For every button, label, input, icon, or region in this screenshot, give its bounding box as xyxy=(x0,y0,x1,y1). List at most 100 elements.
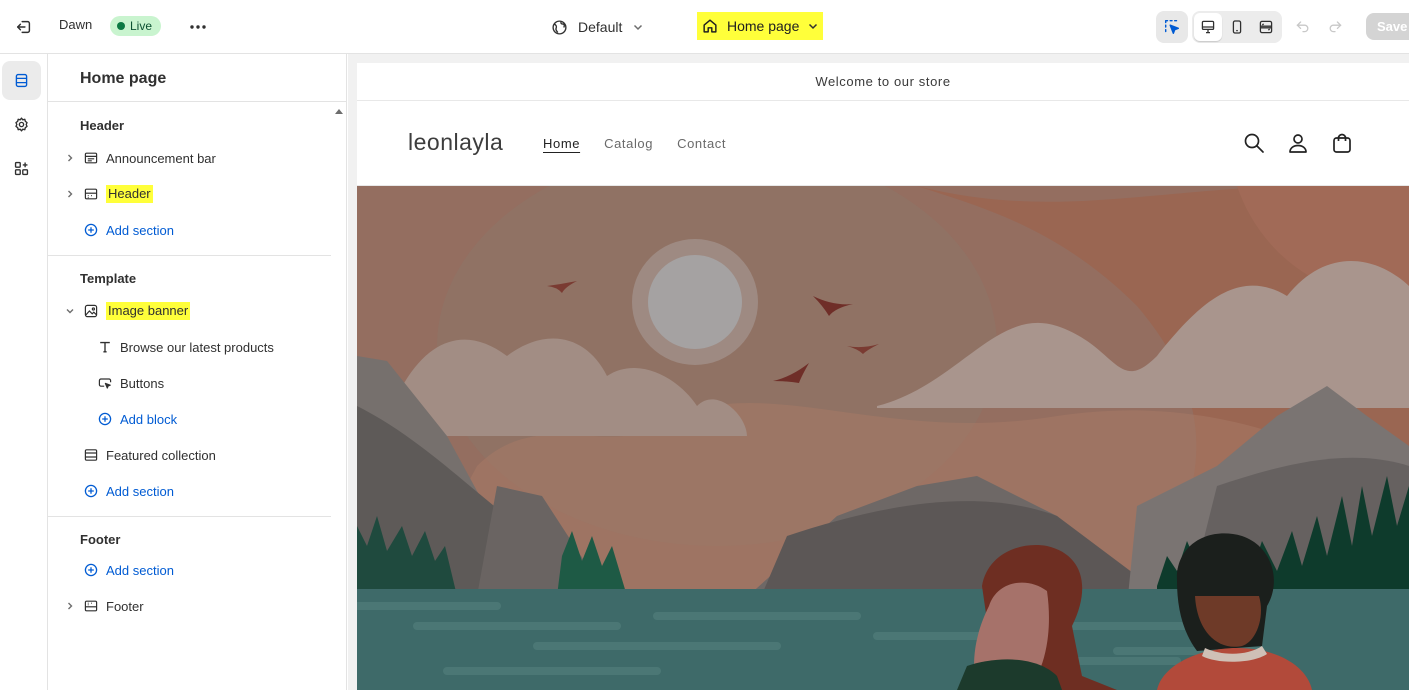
collection-icon xyxy=(82,446,100,464)
mobile-view-button[interactable] xyxy=(1223,13,1251,41)
add-section-footer-button[interactable]: Add section xyxy=(62,557,174,583)
exit-icon xyxy=(16,20,31,34)
block-browse-heading[interactable]: Browse our latest products xyxy=(96,334,274,360)
announcement-text: Welcome to our store xyxy=(815,74,951,89)
chevron-down-icon xyxy=(634,24,643,31)
add-block-label: Add block xyxy=(120,411,178,427)
section-header[interactable]: Header xyxy=(62,181,153,207)
announcement-bar[interactable]: Welcome to our store xyxy=(357,63,1409,101)
exit-button[interactable] xyxy=(12,15,36,39)
gear-icon xyxy=(15,117,28,132)
device-view-group xyxy=(1192,11,1282,43)
theme-settings-nav-button[interactable] xyxy=(2,105,41,144)
nav-contact[interactable]: Contact xyxy=(677,136,726,151)
sections-nav-button[interactable] xyxy=(2,61,41,100)
live-badge: Live xyxy=(110,16,162,36)
plus-circle-icon xyxy=(82,221,100,239)
add-section-label: Add section xyxy=(106,562,174,578)
inspector-toggle-button[interactable] xyxy=(1156,11,1188,43)
section-label: Header xyxy=(106,185,153,203)
redo-icon xyxy=(1329,21,1342,33)
group-label-template: Template xyxy=(80,271,137,286)
more-actions-button[interactable] xyxy=(186,15,210,39)
announcement-bar-icon xyxy=(82,149,100,167)
add-section-label: Add section xyxy=(106,222,174,238)
page-selector-label: Home page xyxy=(727,18,800,34)
store-account-button[interactable] xyxy=(1286,131,1310,155)
section-label: Footer xyxy=(106,598,144,614)
chevron-down-icon[interactable] xyxy=(62,303,78,319)
scroll-up-arrow-icon[interactable] xyxy=(335,109,343,114)
section-featured-collection[interactable]: Featured collection xyxy=(62,442,216,468)
block-buttons[interactable]: Buttons xyxy=(96,370,164,396)
view-selector-label: Default xyxy=(578,19,623,35)
section-footer[interactable]: Footer xyxy=(62,593,144,619)
apps-icon xyxy=(14,161,29,176)
section-announcement-bar[interactable]: Announcement bar xyxy=(62,145,216,171)
section-label: Image banner xyxy=(106,302,191,320)
store-header[interactable]: leonlayla Home Catalog Contact xyxy=(357,101,1409,186)
desktop-view-button[interactable] xyxy=(1194,13,1222,41)
apps-nav-button[interactable] xyxy=(2,149,41,188)
sections-icon xyxy=(15,73,28,88)
section-label: Featured collection xyxy=(106,447,216,463)
header-section-icon xyxy=(82,185,100,203)
plus-circle-icon xyxy=(82,561,100,579)
desktop-icon xyxy=(1201,20,1215,34)
view-selector[interactable]: Default xyxy=(551,15,644,39)
mobile-icon xyxy=(1232,20,1242,34)
block-label: Browse our latest products xyxy=(120,339,274,355)
section-label: Announcement bar xyxy=(106,150,216,166)
live-label: Live xyxy=(130,19,153,33)
fullscreen-view-button[interactable] xyxy=(1252,13,1280,41)
store-logo[interactable]: leonlayla xyxy=(408,129,503,156)
image-icon xyxy=(82,302,100,320)
add-section-header-button[interactable]: Add section xyxy=(62,217,174,243)
add-section-template-button[interactable]: Add section xyxy=(62,478,174,504)
sidebar-title: Home page xyxy=(80,70,167,87)
store-preview[interactable]: Welcome to our store leonlayla Home Cata… xyxy=(357,63,1409,690)
left-rail xyxy=(0,54,48,690)
globe-icon xyxy=(552,19,567,35)
live-dot-icon xyxy=(117,22,125,30)
add-section-label: Add section xyxy=(106,483,174,499)
add-block-button[interactable]: Add block xyxy=(96,406,177,432)
store-cart-button[interactable] xyxy=(1330,131,1354,155)
user-icon xyxy=(1289,134,1307,153)
image-banner-illustration[interactable] xyxy=(357,186,1409,690)
store-nav: Home Catalog Contact xyxy=(543,136,726,151)
chevron-right-icon[interactable] xyxy=(62,186,78,202)
undo-icon xyxy=(1296,21,1309,33)
ellipsis-icon xyxy=(190,25,206,29)
chevron-right-icon[interactable] xyxy=(62,598,78,614)
select-cursor-icon xyxy=(1164,19,1180,35)
top-bar: Dawn Live Default Home page Save xyxy=(0,0,1409,54)
home-icon xyxy=(703,19,717,33)
store-search-button[interactable] xyxy=(1242,131,1266,155)
nav-catalog[interactable]: Catalog xyxy=(604,136,653,151)
undo-button[interactable] xyxy=(1292,15,1314,37)
group-label-header: Header xyxy=(80,118,125,133)
save-button[interactable]: Save xyxy=(1366,13,1409,40)
cart-icon xyxy=(1333,133,1351,153)
text-icon xyxy=(96,338,114,356)
divider xyxy=(48,516,331,517)
section-image-banner[interactable]: Image banner xyxy=(62,298,191,324)
theme-name: Dawn xyxy=(59,17,93,32)
block-label: Buttons xyxy=(120,375,165,391)
chevron-right-icon[interactable] xyxy=(62,150,78,166)
divider xyxy=(48,255,331,256)
nav-home[interactable]: Home xyxy=(543,136,580,151)
plus-circle-icon xyxy=(96,410,114,428)
divider xyxy=(48,101,347,102)
page-selector[interactable]: Home page xyxy=(697,12,823,40)
fullscreen-icon xyxy=(1259,20,1273,34)
button-cursor-icon xyxy=(96,374,114,392)
chevron-down-icon xyxy=(809,23,818,30)
footer-section-icon xyxy=(82,597,100,615)
sections-sidebar: Home page Header Announcement bar Header… xyxy=(48,54,347,690)
redo-button[interactable] xyxy=(1324,15,1346,37)
group-label-footer: Footer xyxy=(80,532,121,547)
plus-circle-icon xyxy=(82,482,100,500)
search-icon xyxy=(1244,133,1264,153)
